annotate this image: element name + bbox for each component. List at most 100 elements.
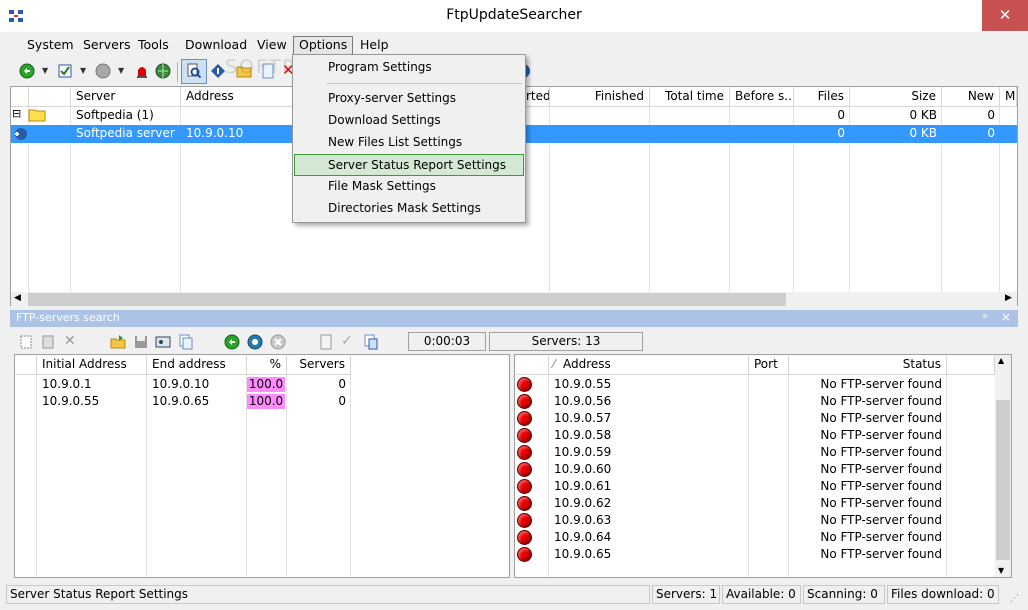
result-address[interactable]: 10.9.0.58 xyxy=(549,427,749,445)
column-header-size[interactable]: Size xyxy=(850,87,942,107)
range-start[interactable]: 10.9.0.1 xyxy=(37,376,147,394)
result-address[interactable]: 10.9.0.65 xyxy=(549,546,749,564)
column-header-started[interactable]: rted xyxy=(526,87,550,107)
status-dot-icon xyxy=(517,377,532,392)
scrollbar-thumb[interactable] xyxy=(28,293,786,306)
menu-servers[interactable]: Servers xyxy=(78,37,136,57)
menu-tools[interactable]: Tools xyxy=(133,37,174,57)
range-servers: 0 xyxy=(338,394,346,408)
result-address[interactable]: 10.9.0.64 xyxy=(549,529,749,547)
column-header-port[interactable]: Port xyxy=(749,355,789,375)
column-header-before[interactable]: Before s... xyxy=(730,87,794,107)
size-cell: 0 KB xyxy=(909,108,937,122)
column-header-m[interactable]: M xyxy=(1000,87,1017,107)
scroll-right-icon[interactable]: ▶ xyxy=(1005,293,1012,303)
chevron-down-icon[interactable]: ▼ xyxy=(118,66,124,75)
status-dot-icon xyxy=(517,411,532,426)
menu-item-proxy-server-settings[interactable]: Proxy-server Settings xyxy=(294,88,524,110)
column-header-total-time[interactable]: Total time xyxy=(650,87,730,107)
server-group-name[interactable]: Softpedia (1) xyxy=(71,107,181,125)
menu-item-download-settings[interactable]: Download Settings xyxy=(294,110,524,132)
globe-icon[interactable] xyxy=(155,63,171,79)
pane-close-icon[interactable]: × xyxy=(1001,310,1011,324)
result-address[interactable]: 10.9.0.63 xyxy=(549,512,749,530)
range-start[interactable]: 10.9.0.55 xyxy=(37,393,147,411)
chevron-down-icon[interactable]: ▼ xyxy=(42,66,48,75)
edit-range-icon[interactable] xyxy=(40,334,56,350)
column-header-blank[interactable] xyxy=(29,87,71,107)
column-header-percent[interactable]: % xyxy=(247,355,287,375)
column-header-server[interactable]: Server xyxy=(71,87,181,107)
scroll-up-icon[interactable]: ▲ xyxy=(998,356,1004,365)
result-address[interactable]: 10.9.0.61 xyxy=(549,478,749,496)
progress-percent: 100.0 xyxy=(247,377,285,392)
result-status: No FTP-server found xyxy=(820,445,942,459)
check-icon[interactable]: ✓ xyxy=(341,333,353,349)
resize-grip-icon[interactable]: ⋰ xyxy=(1010,594,1019,604)
column-header-servers[interactable]: Servers xyxy=(287,355,351,375)
status-dot-icon xyxy=(517,479,532,494)
result-status: No FTP-server found xyxy=(820,377,942,391)
menu-item-directories-mask-settings[interactable]: Directories Mask Settings xyxy=(294,198,524,220)
column-header-status[interactable]: Status xyxy=(789,355,947,375)
menu-options[interactable]: Options xyxy=(293,36,354,56)
status-dot-icon xyxy=(517,496,532,511)
search-pane-title: FTP-servers search xyxy=(16,311,120,324)
new-range-icon[interactable] xyxy=(18,334,34,350)
info-icon[interactable] xyxy=(210,63,226,79)
result-address[interactable]: 10.9.0.57 xyxy=(549,410,749,428)
start-search-icon[interactable] xyxy=(224,334,240,350)
menu-separator xyxy=(326,83,522,84)
pin-icon[interactable]: ᵖ xyxy=(983,311,988,324)
scroll-down-icon[interactable]: ▼ xyxy=(998,566,1004,575)
close-button[interactable]: ✕ xyxy=(982,0,1028,31)
result-address[interactable]: 10.9.0.62 xyxy=(549,495,749,513)
copy-icon[interactable] xyxy=(178,334,194,350)
range-servers: 0 xyxy=(338,377,346,391)
result-status: No FTP-server found xyxy=(820,462,942,476)
menu-item-program-settings[interactable]: Program Settings xyxy=(294,57,524,79)
checklist-icon[interactable] xyxy=(57,63,73,79)
column-header-new[interactable]: New xyxy=(942,87,1000,107)
column-header-end-address[interactable]: End address xyxy=(147,355,247,375)
column-header-initial-address[interactable]: Initial Address xyxy=(37,355,147,375)
status-dot-icon xyxy=(517,547,532,562)
result-address[interactable]: 10.9.0.55 xyxy=(549,376,749,394)
delete-range-icon[interactable]: ✕ xyxy=(64,333,76,349)
column-header-address[interactable]: ⁄ Address xyxy=(549,355,749,375)
column-header-files[interactable]: Files xyxy=(794,87,850,107)
open-folder-icon[interactable] xyxy=(110,334,126,350)
pause-search-icon[interactable] xyxy=(247,334,263,350)
server-name[interactable]: Softpedia server xyxy=(71,125,181,143)
network-card-icon[interactable] xyxy=(155,334,171,350)
result-address[interactable]: 10.9.0.59 xyxy=(549,444,749,462)
save-icon[interactable] xyxy=(133,334,149,350)
report-icon[interactable] xyxy=(318,334,334,350)
chevron-down-icon[interactable]: ▼ xyxy=(80,66,86,75)
menu-view[interactable]: View xyxy=(252,37,292,57)
result-address[interactable]: 10.9.0.56 xyxy=(549,393,749,411)
result-address[interactable]: 10.9.0.60 xyxy=(549,461,749,479)
menu-item-file-mask-settings[interactable]: File Mask Settings xyxy=(294,176,524,198)
status-dot-icon xyxy=(517,428,532,443)
stop-search-icon[interactable] xyxy=(270,334,286,350)
scrollbar-thumb[interactable] xyxy=(996,400,1010,560)
column-header-finished[interactable]: Finished xyxy=(550,87,650,107)
export-icon[interactable] xyxy=(363,334,379,350)
progress-percent: 100.0 xyxy=(247,394,285,409)
start-icon[interactable] xyxy=(19,63,35,79)
alarm-icon[interactable] xyxy=(134,63,150,79)
menu-download[interactable]: Download xyxy=(180,37,252,57)
stop-icon[interactable] xyxy=(95,63,111,79)
expand-collapse-icon[interactable]: ⊟ xyxy=(12,108,21,120)
column-header-blank[interactable] xyxy=(947,355,995,375)
menu-system[interactable]: System xyxy=(22,37,79,57)
menu-item-server-status-report-settings[interactable]: Server Status Report Settings xyxy=(294,154,524,176)
column-header-blank[interactable] xyxy=(515,355,549,375)
result-status: No FTP-server found xyxy=(820,496,942,510)
column-header-blank[interactable] xyxy=(15,355,37,375)
menu-item-new-files-list-settings[interactable]: New Files List Settings xyxy=(294,132,524,154)
scroll-left-icon[interactable]: ◀ xyxy=(14,293,21,303)
column-header-blank[interactable] xyxy=(11,87,29,107)
column-header-address[interactable]: Address xyxy=(181,87,293,107)
